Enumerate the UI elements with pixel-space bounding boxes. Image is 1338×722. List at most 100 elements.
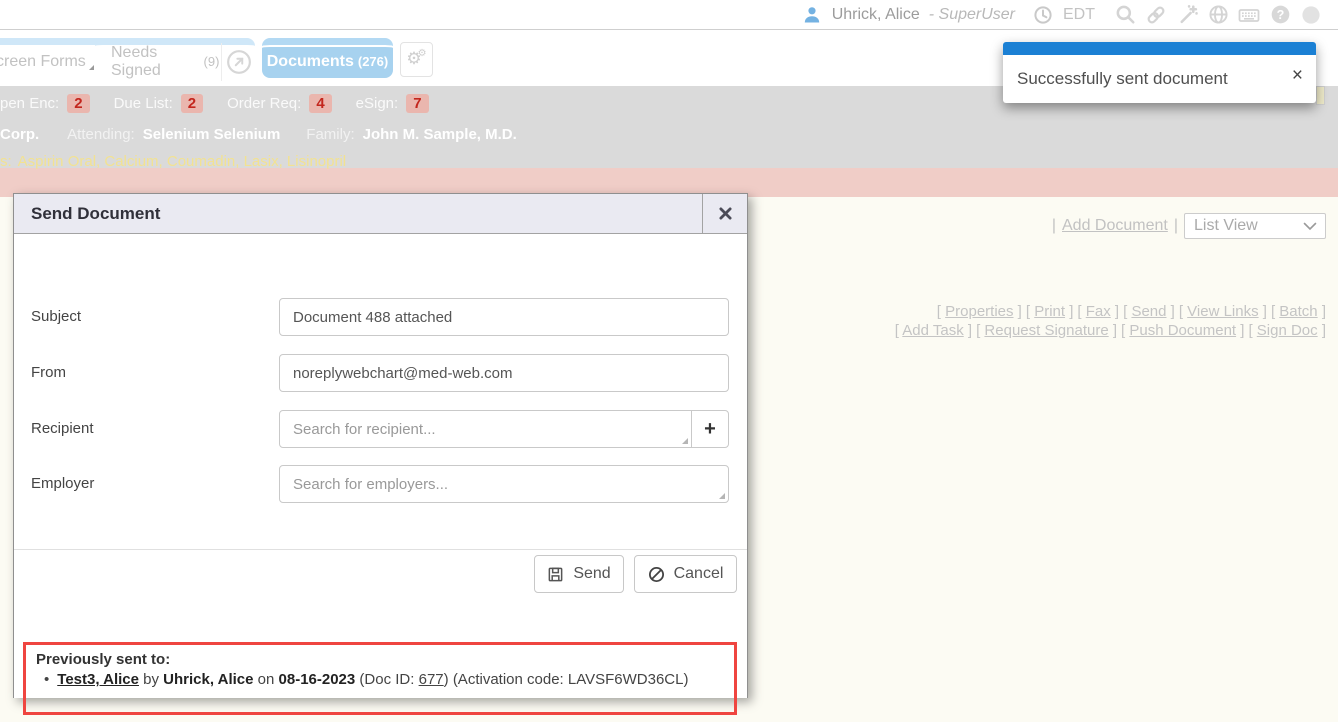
action-link[interactable]: View Links xyxy=(1187,303,1258,320)
toast-notification: Successfully sent document × xyxy=(1003,42,1316,103)
bracket: ] xyxy=(1318,322,1326,339)
doc-id-link[interactable]: 677 xyxy=(419,671,444,688)
bracket: ] xyxy=(1111,303,1119,320)
tab-needs-signed[interactable]: Needs Signed (9) xyxy=(95,38,255,78)
action-link[interactable]: Batch xyxy=(1279,303,1317,320)
modal-close-button[interactable] xyxy=(702,194,747,233)
family-name: John M. Sample, M.D. xyxy=(363,126,517,143)
documents-toolbar: | Add Document | List View xyxy=(1052,213,1326,239)
action-link[interactable]: Fax xyxy=(1086,303,1111,320)
action-link[interactable]: Print xyxy=(1034,303,1065,320)
medications-row: s: Aspirin Oral, Calcium, Coumadin, Lasi… xyxy=(0,148,1338,174)
open-external-icon[interactable] xyxy=(222,49,255,75)
toast-body: Successfully sent document × xyxy=(1003,55,1316,103)
modal-title: Send Document xyxy=(14,194,702,233)
action-link[interactable]: Send xyxy=(1131,303,1166,320)
view-mode-select[interactable]: List View xyxy=(1184,213,1326,239)
screen: Uhrick, Alice - SuperUser EDT ? cree xyxy=(0,0,1338,722)
action-link-segment: [ Fax ] xyxy=(1077,303,1119,320)
from-input[interactable] xyxy=(279,354,729,392)
bracket: ] xyxy=(964,322,972,339)
from-label: From xyxy=(31,354,66,392)
by-word: by xyxy=(143,671,159,688)
action-link[interactable]: Properties xyxy=(945,303,1013,320)
user-role: - SuperUser xyxy=(929,6,1015,24)
action-links-row1: [ Properties ][ Print ][ Fax ][ Send ][ … xyxy=(766,302,1326,321)
status-item: eSign:7 xyxy=(356,94,429,113)
add-document-link[interactable]: Add Document xyxy=(1062,217,1168,235)
tab-documents[interactable]: Documents (276) xyxy=(262,38,393,78)
save-icon xyxy=(547,566,564,583)
bracket: [ xyxy=(1077,303,1085,320)
help-icon[interactable]: ? xyxy=(1269,4,1291,26)
recipient-search-input[interactable] xyxy=(279,410,692,448)
action-link[interactable]: Request Signature xyxy=(984,322,1108,339)
clock-icon[interactable] xyxy=(1032,4,1054,26)
link-icon[interactable] xyxy=(1145,4,1167,26)
timezone-label: EDT xyxy=(1063,6,1095,24)
doc-id-suffix: ) xyxy=(444,671,449,688)
bracket: ] xyxy=(1318,303,1326,320)
modal-header[interactable]: Send Document xyxy=(14,194,747,234)
recipient-field-wrap xyxy=(279,410,692,448)
status-count-badge[interactable]: 7 xyxy=(406,94,428,113)
top-bar: Uhrick, Alice - SuperUser EDT ? xyxy=(0,0,1338,30)
previous-recipient-link[interactable]: Test3, Alice xyxy=(57,671,139,688)
attending-label: Attending: xyxy=(67,126,135,143)
status-count-badge[interactable]: 2 xyxy=(181,94,203,113)
send-button-label: Send xyxy=(573,565,610,583)
svg-text:?: ? xyxy=(1276,8,1284,22)
status-item: Due List:2 xyxy=(114,94,204,113)
tab-corner-marker-icon xyxy=(89,65,94,70)
status-item-label: pen Enc: xyxy=(0,95,59,112)
bracket: [ xyxy=(937,303,945,320)
action-link-segment: [ Send ] xyxy=(1123,303,1175,320)
family-label: Family: xyxy=(306,126,354,143)
chevron-down-icon xyxy=(1303,222,1317,231)
bracket: [ xyxy=(1026,303,1034,320)
document-action-links: [ Properties ][ Print ][ Fax ][ Send ][ … xyxy=(766,302,1326,340)
resize-handle-icon[interactable] xyxy=(682,438,688,444)
employer-search-input[interactable] xyxy=(279,465,729,503)
user-avatar-icon[interactable] xyxy=(801,4,823,26)
action-link-segment: [ Batch ] xyxy=(1271,303,1326,320)
toast-accent-bar xyxy=(1003,42,1316,55)
cancel-button-label: Cancel xyxy=(674,565,724,583)
action-link[interactable]: Push Document xyxy=(1129,322,1236,339)
pipe-separator: | xyxy=(1174,217,1178,235)
globe-icon[interactable] xyxy=(1207,4,1229,26)
wand-icon[interactable] xyxy=(1176,4,1198,26)
status-count-badge[interactable]: 2 xyxy=(67,94,89,113)
gear-small-icon: ⚙ xyxy=(418,49,427,59)
toast-close-button[interactable]: × xyxy=(1292,66,1303,85)
medications-prefix: s: xyxy=(0,153,12,170)
previously-sent-box: Previously sent to: •Test3, Alice by Uhr… xyxy=(23,642,737,715)
search-icon[interactable] xyxy=(1114,4,1136,26)
keyboard-icon[interactable] xyxy=(1238,4,1260,26)
cancel-button[interactable]: Cancel xyxy=(634,555,737,593)
tab-screen-forms-label: creen Forms xyxy=(0,53,86,71)
bracket: ] xyxy=(1259,303,1267,320)
status-item: pen Enc: 2 xyxy=(0,94,90,113)
add-recipient-button[interactable]: + xyxy=(691,410,729,448)
tab-settings-button[interactable]: ⚙ ⚙ xyxy=(400,42,433,77)
subject-input[interactable] xyxy=(279,298,729,336)
on-word: on xyxy=(258,671,275,688)
user-name[interactable]: Uhrick, Alice xyxy=(832,6,920,24)
bullet: • xyxy=(44,671,49,688)
cancel-icon xyxy=(648,566,665,583)
send-button[interactable]: Send xyxy=(534,555,624,593)
action-link[interactable]: Add Task xyxy=(902,322,963,339)
action-link[interactable]: Sign Doc xyxy=(1257,322,1318,339)
resize-handle-icon[interactable] xyxy=(719,493,725,499)
bracket: ] xyxy=(1109,322,1117,339)
status-count-badge[interactable]: 4 xyxy=(309,94,331,113)
medications-list: Aspirin Oral, Calcium, Coumadin, Lasix, … xyxy=(18,153,346,170)
activation-code-text: (Activation code: LAVSF6WD36CL) xyxy=(453,671,689,688)
attending-name: Selenium Selenium xyxy=(143,126,281,143)
action-link-segment: [ Push Document ] xyxy=(1121,322,1244,339)
bracket: [ xyxy=(1248,322,1256,339)
action-link-segment: [ Sign Doc ] xyxy=(1248,322,1326,339)
status-item: Order Req:4 xyxy=(227,94,332,113)
doc-id-prefix: (Doc ID: xyxy=(359,671,414,688)
